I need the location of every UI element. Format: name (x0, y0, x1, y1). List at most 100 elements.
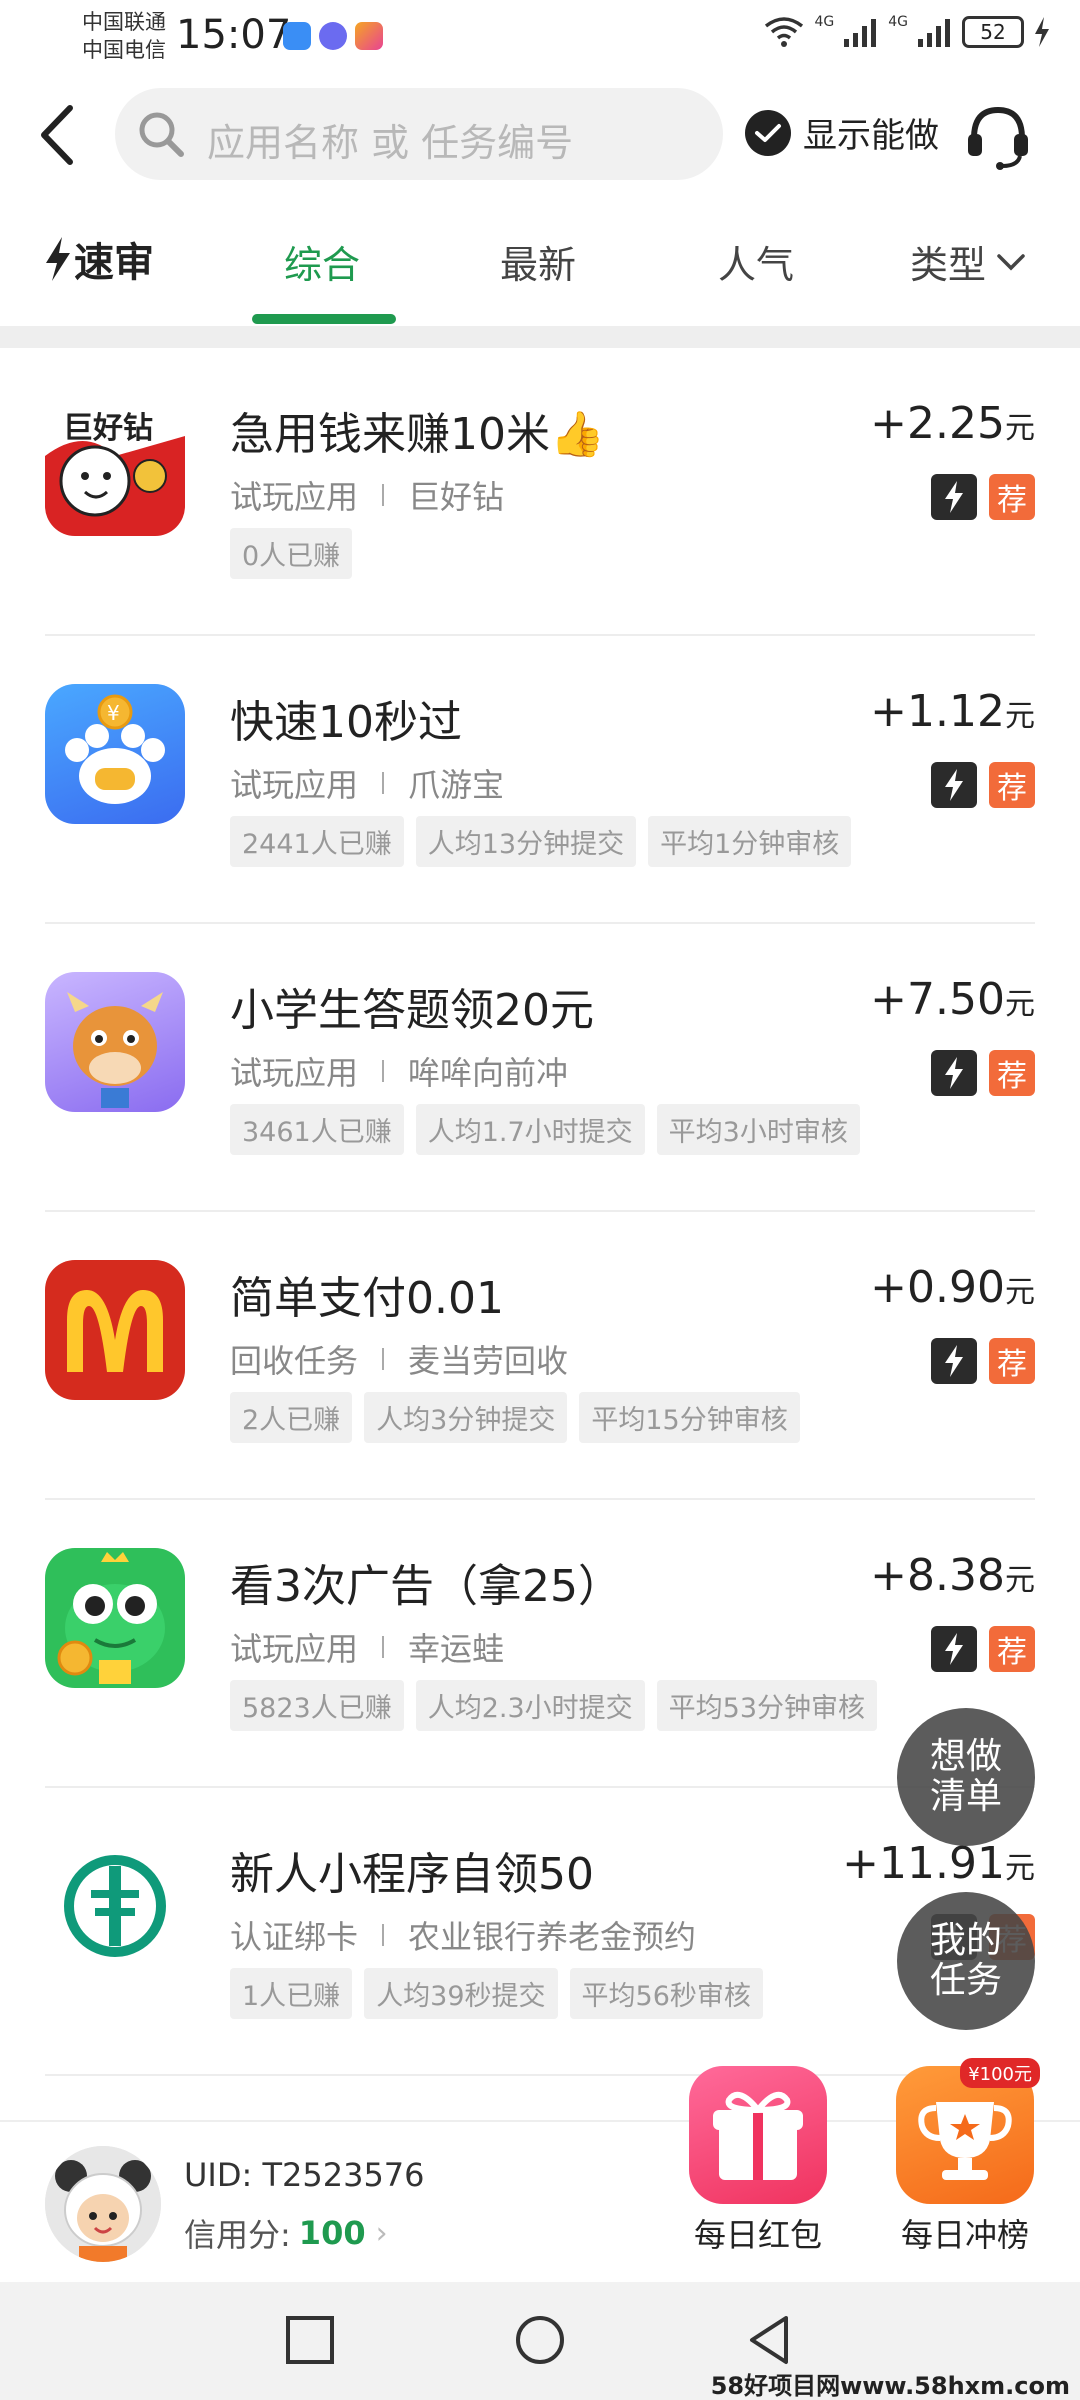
task-category: 认证绑卡 (230, 1918, 359, 1956)
trophy-icon: ¥100元 (896, 2058, 1040, 2204)
chevron-right-icon: › (375, 2215, 388, 2251)
back-button[interactable] (30, 100, 90, 170)
recommend-badge: 荐 (989, 1626, 1035, 1672)
tab-type-label: 类型 (910, 243, 987, 287)
cloud-app-icon (283, 22, 311, 50)
avatar[interactable] (45, 2146, 161, 2262)
section-divider (0, 326, 1080, 348)
rank-reward-badge: ¥100元 (960, 2058, 1040, 2088)
task-tag: 2人已赚 (230, 1392, 353, 1443)
task-tag: 平均3小时审核 (656, 1104, 860, 1155)
reward-amount: +2.25 (870, 398, 1005, 449)
task-item[interactable]: 巨好钻 急用钱来赚10米👍 试玩应用 巨好钻 0人已赚 +2.25元 荐 (0, 348, 1080, 636)
task-tag: 3461人已赚 (230, 1104, 404, 1155)
home-button[interactable] (512, 2312, 568, 2368)
headset-icon (968, 106, 1028, 170)
task-tag: 人均2.3小时提交 (415, 1680, 645, 1731)
reward-amount: +11.91 (842, 1838, 1005, 1889)
system-back-button[interactable] (742, 2312, 798, 2368)
task-item[interactable]: 小学生答题领20元 试玩应用 哞哞向前冲 3461人已赚 人均1.7小时提交 平… (0, 924, 1080, 1212)
signal-icon-1 (844, 19, 877, 47)
reward-amount: +1.12 (870, 686, 1005, 737)
task-app-name: 巨好钻 (408, 478, 505, 516)
separator (382, 1636, 385, 1658)
task-title: 新人小程序自领50 (230, 1849, 594, 1900)
reward-unit: 元 (1005, 1851, 1035, 1886)
divider (45, 2074, 1035, 2076)
carrier-info: 中国联通 中国电信 (82, 8, 166, 64)
task-badges: 荐 (931, 762, 1035, 808)
task-category: 试玩应用 (230, 766, 359, 804)
daily-ranking-button[interactable]: ¥100元 每日冲榜 (890, 2058, 1040, 2256)
task-tag: 平均53分钟审核 (656, 1680, 878, 1731)
reward-unit: 元 (1005, 1275, 1035, 1310)
recommend-badge: 荐 (989, 1338, 1035, 1384)
search-placeholder: 应用名称 或 任务编号 (207, 121, 574, 165)
task-tags: 3461人已赚 人均1.7小时提交 平均3小时审核 (230, 1104, 860, 1155)
task-tag: 1人已赚 (230, 1968, 353, 2019)
separator (382, 1924, 385, 1946)
task-reward: +2.25元 (870, 398, 1035, 449)
task-tag: 平均15分钟审核 (579, 1392, 800, 1443)
search-icon (139, 112, 184, 157)
lightning-icon (46, 237, 70, 281)
check-icon (745, 109, 791, 156)
task-tag: 0人已赚 (230, 528, 353, 579)
tab-type-dropdown[interactable]: 类型 (910, 234, 1026, 289)
quick-review-badge-icon (931, 1050, 977, 1096)
show-can-do-toggle[interactable]: 显示能做 (745, 108, 939, 157)
task-tags: 2人已赚 人均3分钟提交 平均15分钟审核 (230, 1392, 800, 1443)
customer-service-button[interactable] (962, 100, 1034, 172)
notification-icons (283, 22, 383, 50)
task-meta: 试玩应用 幸运蛙 (230, 1624, 504, 1670)
task-reward: +11.91元 (842, 1838, 1035, 1889)
task-reward: +7.50元 (870, 974, 1035, 1025)
tab-latest[interactable]: 最新 (500, 234, 576, 289)
want-to-do-list-button[interactable]: 想做 清单 (897, 1708, 1035, 1846)
tab-comprehensive[interactable]: 综合 (284, 234, 360, 289)
signal-icon-2 (918, 19, 950, 47)
reward-amount: +0.90 (870, 1262, 1005, 1313)
task-meta: 回收任务 麦当劳回收 (230, 1336, 568, 1382)
tab-popular[interactable]: 人气 (718, 234, 794, 289)
daily-red-packet-button[interactable]: 每日红包 (683, 2066, 833, 2256)
task-app-name: 麦当劳回收 (408, 1342, 569, 1380)
task-tag: 平均1分钟审核 (648, 816, 852, 867)
reward-amount: +8.38 (870, 1550, 1005, 1601)
task-badges: 荐 (931, 474, 1035, 520)
separator (382, 1348, 385, 1370)
task-app-name: 农业银行养老金预约 (408, 1918, 697, 1956)
music-app-icon (319, 22, 347, 50)
quick-review-brand[interactable]: 速审 (42, 230, 154, 288)
my-tasks-line2: 任务 (929, 1960, 1002, 2001)
network-type-1: 4G (814, 14, 835, 30)
task-tags: 5823人已赚 人均2.3小时提交 平均53分钟审核 (230, 1680, 878, 1731)
search-input[interactable]: 应用名称 或 任务编号 (115, 88, 723, 180)
recommend-badge: 荐 (989, 474, 1035, 520)
task-meta: 试玩应用 巨好钻 (230, 472, 504, 518)
task-app-name: 哞哞向前冲 (408, 1054, 569, 1092)
wifi-icon (765, 17, 804, 47)
active-tab-indicator (252, 314, 396, 324)
quick-review-badge-icon (931, 474, 977, 520)
task-item[interactable]: ¥ 快速10秒过 试玩应用 爪游宝 2441人已赚 人均13分钟提交 平均1分钟… (0, 636, 1080, 924)
status-bar: 中国联通 中国电信 15:07 4G 4G 52 (0, 0, 1080, 72)
reward-amount: +7.50 (870, 974, 1005, 1025)
square-icon (286, 2316, 334, 2364)
reward-unit: 元 (1005, 699, 1035, 734)
separator (382, 1060, 385, 1082)
my-tasks-button[interactable]: 我的 任务 (897, 1892, 1035, 2030)
task-meta: 认证绑卡 农业银行养老金预约 (230, 1912, 696, 1958)
juhaozuan-app-icon: 巨好钻 (45, 396, 185, 536)
task-category: 试玩应用 (230, 478, 359, 516)
chevron-down-icon (997, 253, 1025, 270)
task-tags: 0人已赚 (230, 528, 353, 579)
red-packet-label: 每日红包 (693, 2216, 822, 2254)
credit-score[interactable]: 信用分: 100 › (184, 2210, 388, 2256)
recent-apps-button[interactable] (282, 2312, 338, 2368)
recommend-badge: 荐 (989, 1050, 1035, 1096)
task-item[interactable]: 简单支付0.01 回收任务 麦当劳回收 2人已赚 人均3分钟提交 平均15分钟审… (0, 1212, 1080, 1500)
zhuayoubao-app-icon: ¥ (45, 684, 185, 824)
my-tasks-line1: 我的 (929, 1920, 1002, 1961)
triangle-back-icon (750, 2316, 788, 2364)
